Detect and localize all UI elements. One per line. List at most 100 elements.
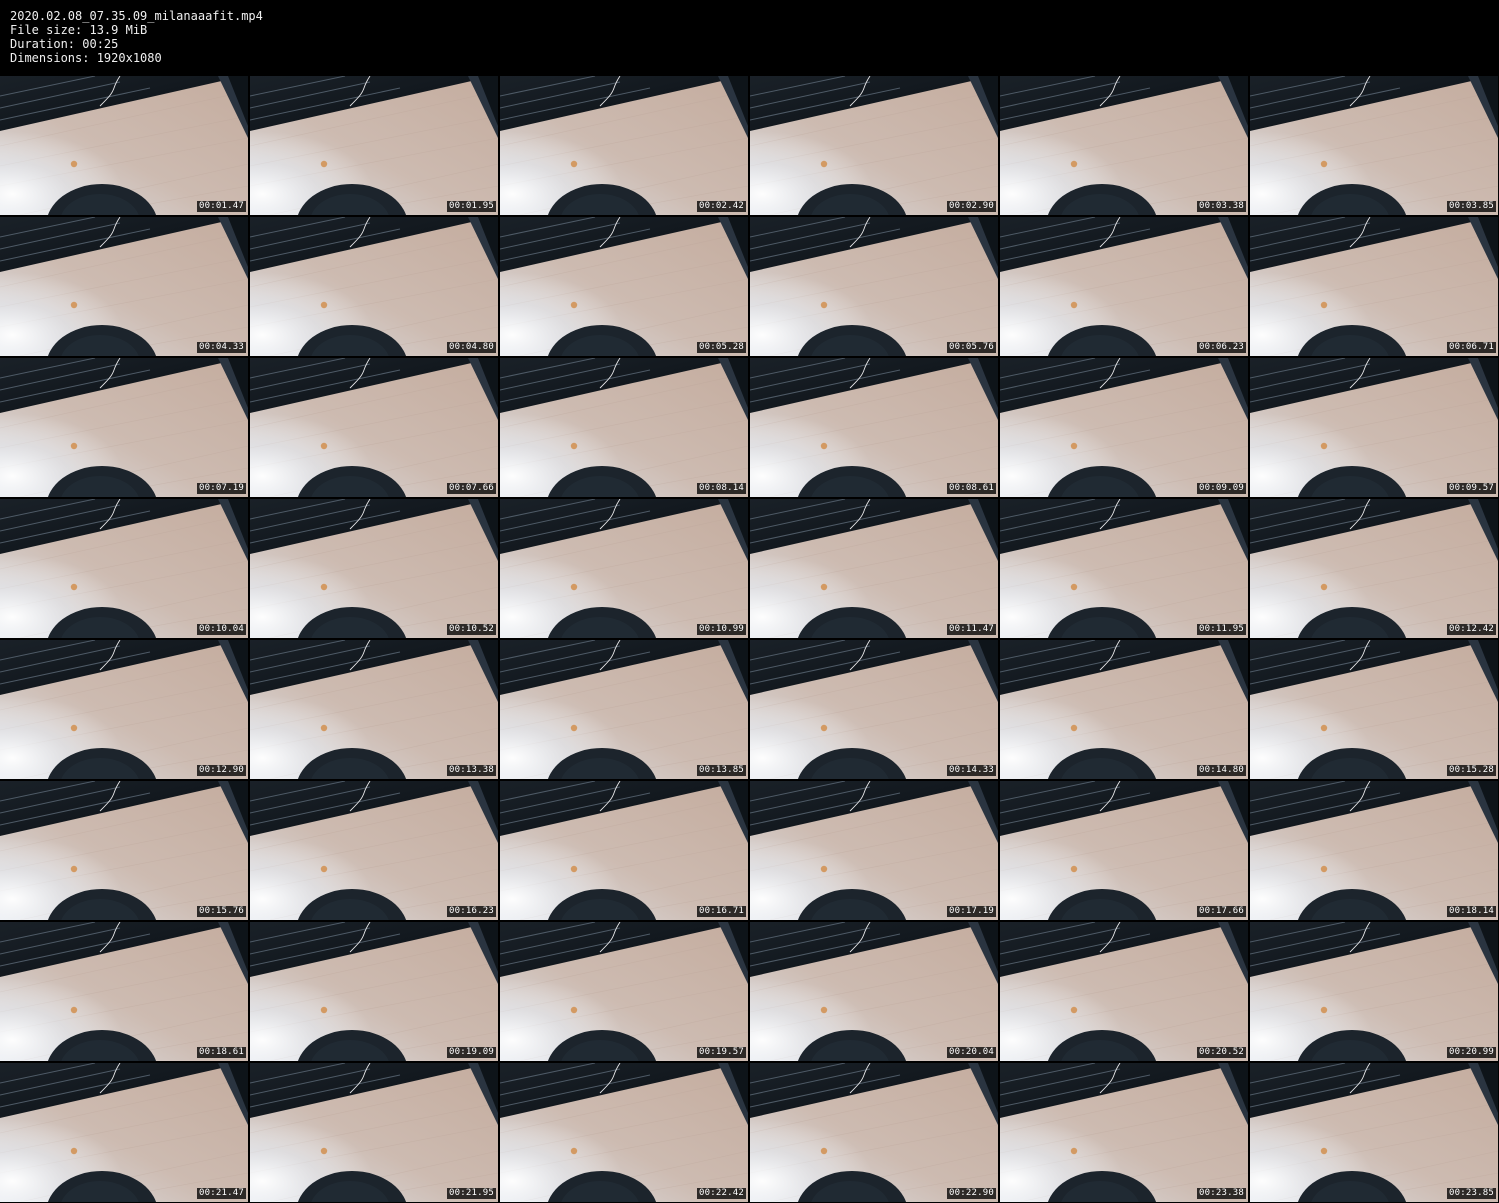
timestamp-label: 00:18.14	[1447, 906, 1496, 917]
timestamp-label: 00:07.19	[197, 483, 246, 494]
frame-image	[250, 499, 498, 638]
video-frame-thumbnail: 00:18.14	[1250, 781, 1498, 920]
video-frame-thumbnail: 00:18.61	[0, 922, 248, 1061]
frame-image	[250, 640, 498, 779]
frame-image	[1250, 499, 1498, 638]
timestamp-label: 00:06.71	[1447, 342, 1496, 353]
timestamp-label: 00:03.85	[1447, 201, 1496, 212]
video-frame-thumbnail: 00:12.42	[1250, 499, 1498, 638]
timestamp-label: 00:07.66	[447, 483, 496, 494]
frame-image	[1000, 781, 1248, 920]
frame-image	[750, 499, 998, 638]
video-frame-thumbnail: 00:16.71	[500, 781, 748, 920]
timestamp-label: 00:13.38	[447, 765, 496, 776]
frame-image	[0, 922, 248, 1061]
timestamp-label: 00:16.23	[447, 906, 496, 917]
video-frame-thumbnail: 00:06.23	[1000, 217, 1248, 356]
timestamp-label: 00:23.85	[1447, 1188, 1496, 1199]
frame-image	[250, 76, 498, 215]
video-frame-thumbnail: 00:08.14	[500, 358, 748, 497]
frame-image	[750, 1063, 998, 1202]
video-frame-thumbnail: 00:22.42	[500, 1063, 748, 1202]
frame-image	[750, 76, 998, 215]
video-frame-thumbnail: 00:05.28	[500, 217, 748, 356]
video-frame-thumbnail: 00:10.99	[500, 499, 748, 638]
video-frame-thumbnail: 00:06.71	[1250, 217, 1498, 356]
frame-image	[0, 358, 248, 497]
video-frame-thumbnail: 00:14.80	[1000, 640, 1248, 779]
video-frame-thumbnail: 00:08.61	[750, 358, 998, 497]
frame-image	[0, 781, 248, 920]
timestamp-label: 00:15.76	[197, 906, 246, 917]
timestamp-label: 00:10.52	[447, 624, 496, 635]
frame-image	[1250, 781, 1498, 920]
frame-image	[1000, 922, 1248, 1061]
dimensions: Dimensions: 1920x1080	[10, 51, 162, 65]
video-frame-thumbnail: 00:21.95	[250, 1063, 498, 1202]
frame-image	[1000, 76, 1248, 215]
frame-image	[750, 922, 998, 1061]
frame-image	[0, 76, 248, 215]
timestamp-label: 00:20.04	[947, 1047, 996, 1058]
video-frame-thumbnail: 00:22.90	[750, 1063, 998, 1202]
video-frame-thumbnail: 00:04.80	[250, 217, 498, 356]
frame-image	[500, 640, 748, 779]
video-frame-thumbnail: 00:17.66	[1000, 781, 1248, 920]
timestamp-label: 00:20.99	[1447, 1047, 1496, 1058]
timestamp-label: 00:21.95	[447, 1188, 496, 1199]
frame-image	[1250, 217, 1498, 356]
video-frame-thumbnail: 00:03.38	[1000, 76, 1248, 215]
timestamp-label: 00:13.85	[697, 765, 746, 776]
timestamp-label: 00:02.42	[697, 201, 746, 212]
frame-image	[1000, 1063, 1248, 1202]
video-frame-thumbnail: 00:01.47	[0, 76, 248, 215]
video-frame-thumbnail: 00:02.42	[500, 76, 748, 215]
frame-image	[750, 217, 998, 356]
frame-image	[500, 781, 748, 920]
frame-image	[1250, 922, 1498, 1061]
video-info-header: 2020.02.08_07.35.09_milanaaafit.mp4 File…	[10, 9, 263, 65]
video-frame-thumbnail: 00:07.66	[250, 358, 498, 497]
timestamp-label: 00:21.47	[197, 1188, 246, 1199]
video-frame-thumbnail: 00:10.04	[0, 499, 248, 638]
frame-image	[750, 358, 998, 497]
video-frame-thumbnail: 00:23.38	[1000, 1063, 1248, 1202]
frame-image	[1250, 76, 1498, 215]
timestamp-label: 00:01.95	[447, 201, 496, 212]
thumbnail-grid: 00:01.47 00:01.95 00:02.42 00:02.90 00:0…	[0, 76, 1499, 1203]
frame-image	[750, 640, 998, 779]
timestamp-label: 00:22.42	[697, 1188, 746, 1199]
video-frame-thumbnail: 00:13.38	[250, 640, 498, 779]
frame-image	[1000, 640, 1248, 779]
timestamp-label: 00:20.52	[1197, 1047, 1246, 1058]
video-frame-thumbnail: 00:09.09	[1000, 358, 1248, 497]
timestamp-label: 00:23.38	[1197, 1188, 1246, 1199]
frame-image	[500, 217, 748, 356]
frame-image	[500, 358, 748, 497]
frame-image	[0, 217, 248, 356]
timestamp-label: 00:19.09	[447, 1047, 496, 1058]
video-frame-thumbnail: 00:11.95	[1000, 499, 1248, 638]
timestamp-label: 00:11.95	[1197, 624, 1246, 635]
video-frame-thumbnail: 00:20.04	[750, 922, 998, 1061]
timestamp-label: 00:16.71	[697, 906, 746, 917]
frame-image	[1000, 217, 1248, 356]
video-frame-thumbnail: 00:11.47	[750, 499, 998, 638]
timestamp-label: 00:02.90	[947, 201, 996, 212]
video-frame-thumbnail: 00:21.47	[0, 1063, 248, 1202]
timestamp-label: 00:01.47	[197, 201, 246, 212]
video-frame-thumbnail: 00:19.09	[250, 922, 498, 1061]
timestamp-label: 00:10.04	[197, 624, 246, 635]
timestamp-label: 00:22.90	[947, 1188, 996, 1199]
frame-image	[0, 499, 248, 638]
timestamp-label: 00:19.57	[697, 1047, 746, 1058]
video-frame-thumbnail: 00:14.33	[750, 640, 998, 779]
timestamp-label: 00:05.76	[947, 342, 996, 353]
frame-image	[500, 499, 748, 638]
video-frame-thumbnail: 00:04.33	[0, 217, 248, 356]
frame-image	[250, 358, 498, 497]
timestamp-label: 00:18.61	[197, 1047, 246, 1058]
frame-image	[1250, 640, 1498, 779]
timestamp-label: 00:08.61	[947, 483, 996, 494]
timestamp-label: 00:04.33	[197, 342, 246, 353]
